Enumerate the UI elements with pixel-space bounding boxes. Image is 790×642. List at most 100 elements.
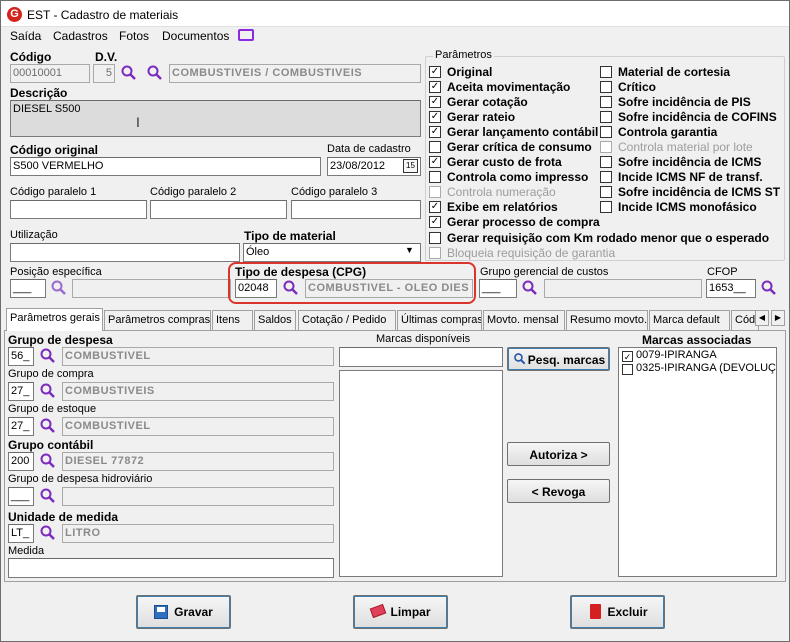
codigo-label: Código (10, 50, 52, 64)
autoriza-button[interactable]: Autoriza > (507, 442, 610, 466)
excluir-button[interactable]: Excluir (570, 595, 665, 629)
param-left-checkbox[interactable] (429, 171, 441, 183)
revoga-button[interactable]: < Revoga (507, 479, 610, 503)
codigo-field[interactable]: 00010001 (10, 64, 90, 83)
search-grupo-hidroviario-icon[interactable] (39, 487, 57, 505)
search-codigo-icon[interactable] (120, 64, 138, 82)
param-right-checkbox[interactable] (600, 156, 612, 168)
grupo-compra-code-field[interactable]: 27_ (8, 382, 34, 401)
param-right-label: Controla garantia (618, 125, 718, 139)
grupo-contabil-code-field[interactable]: 200 (8, 452, 34, 471)
tab-scroll-right-icon[interactable]: ▶ (771, 310, 785, 326)
param-right-checkbox[interactable] (600, 171, 612, 183)
cfop-field[interactable]: 1653__ (706, 279, 756, 298)
param-right-checkbox[interactable] (600, 201, 612, 213)
codigo-original-field[interactable]: S500 VERMELHO (10, 157, 321, 176)
tab-4[interactable]: Cotação / Pedido (298, 310, 396, 330)
search-grupo-compra-icon[interactable] (39, 382, 57, 400)
param-right-checkbox[interactable] (600, 66, 612, 78)
marca-associada-checkbox[interactable] (622, 364, 633, 375)
calendar-icon[interactable]: 15 (403, 159, 418, 173)
gravar-button[interactable]: Gravar (136, 595, 231, 629)
param-left-checkbox[interactable] (429, 186, 441, 198)
param-left-checkbox[interactable]: ✓ (429, 96, 441, 108)
codigo-paralelo-2-field[interactable] (150, 200, 287, 219)
grupo-despesa-code-field[interactable]: 56_ (8, 347, 34, 366)
param-left-checkbox[interactable]: ✓ (429, 81, 441, 93)
trash-icon (590, 604, 601, 619)
tab-6[interactable]: Movto. mensal (483, 310, 565, 330)
utilizacao-field[interactable] (10, 243, 240, 262)
limpar-button[interactable]: Limpar (353, 595, 448, 629)
param-right-checkbox[interactable] (600, 186, 612, 198)
save-icon (154, 605, 168, 619)
search-grupo-gerencial-icon[interactable] (521, 279, 539, 297)
param-right-checkbox[interactable] (600, 126, 612, 138)
grupo-estoque-desc-field: COMBUSTIVEL (62, 417, 334, 436)
tab-0[interactable]: Parâmetros gerais (6, 308, 103, 331)
categoria-field[interactable]: COMBUSTIVEIS / COMBUSTIVEIS (169, 64, 421, 83)
param-left-checkbox[interactable]: ✓ (429, 156, 441, 168)
param-left-checkbox[interactable]: ✓ (429, 111, 441, 123)
pesq-marcas-button[interactable]: Pesq. marcas (507, 347, 610, 371)
grupo-estoque-code-field[interactable]: 27_ (8, 417, 34, 436)
param-left-checkbox[interactable] (429, 247, 441, 259)
param-right-checkbox[interactable] (600, 141, 612, 153)
tab-3[interactable]: Saldos (254, 310, 296, 330)
medida-field[interactable] (8, 558, 334, 578)
tab-8[interactable]: Marca default (649, 310, 730, 330)
param-right-label: Sofre incidência de PIS (618, 95, 751, 109)
marcas-associadas-list[interactable]: ✓ 0079-IPIRANGA 0325-IPIRANGA (DEVOLUÇ (618, 347, 777, 577)
search-posicao-icon[interactable] (50, 279, 68, 297)
grupo-despesa-label: Grupo de despesa (8, 333, 113, 347)
tab-7[interactable]: Resumo movto. (566, 310, 648, 330)
dv-field[interactable]: 5 (93, 64, 115, 83)
param-left-checkbox[interactable]: ✓ (429, 216, 441, 228)
chevron-down-icon[interactable]: ▼ (405, 245, 414, 255)
search-grupo-estoque-icon[interactable] (39, 417, 57, 435)
unidade-medida-desc-field: LITRO (62, 524, 334, 543)
grupo-estoque-label: Grupo de estoque (8, 403, 97, 415)
marcas-search-field[interactable] (339, 347, 503, 367)
menu-fotos[interactable]: Fotos (119, 29, 149, 43)
search-grupo-despesa-icon[interactable] (39, 347, 57, 365)
search-grupo-contabil-icon[interactable] (39, 452, 57, 470)
param-left-label: Controla como impresso (447, 170, 589, 184)
search-cfop-icon[interactable] (760, 279, 778, 297)
param-left-checkbox[interactable]: ✓ (429, 126, 441, 138)
param-right-checkbox[interactable] (600, 96, 612, 108)
param-left-checkbox[interactable]: ✓ (429, 201, 441, 213)
codigo-paralelo-1-field[interactable] (10, 200, 147, 219)
tab-5[interactable]: Últimas compras (397, 310, 482, 330)
param-right-checkbox[interactable] (600, 111, 612, 123)
param-right-checkbox[interactable] (600, 81, 612, 93)
tab-1[interactable]: Parâmetros compras (104, 310, 211, 330)
grupo-hidroviario-code-field[interactable]: ___ (8, 487, 34, 506)
descricao-field[interactable]: DIESEL S500 (10, 100, 421, 137)
param-left-checkbox[interactable] (429, 141, 441, 153)
search-tipo-despesa-icon[interactable] (282, 279, 300, 297)
param-left-label: Gerar requisição com Km rodado menor que… (447, 231, 770, 245)
param-left-checkbox[interactable] (429, 232, 441, 244)
menu-saida[interactable]: Saída (10, 29, 41, 43)
tab-scroll-left-icon[interactable]: ◀ (755, 310, 769, 326)
menu-documentos[interactable]: Documentos (162, 29, 229, 43)
text-cursor-icon: I (136, 114, 140, 130)
search-unidade-medida-icon[interactable] (39, 524, 57, 542)
param-left-checkbox[interactable]: ✓ (429, 66, 441, 78)
grupo-gerencial-field[interactable]: ___ (479, 279, 517, 298)
param-left-label: Gerar cotação (447, 95, 528, 109)
tab-2[interactable]: Itens (212, 310, 253, 330)
posicao-desc-field (72, 279, 231, 298)
marcas-disponiveis-list[interactable] (339, 370, 503, 577)
codigo-paralelo-3-field[interactable] (291, 200, 421, 219)
window: G EST - Cadastro de materiais Saída Cada… (0, 0, 790, 642)
menu-cadastros[interactable]: Cadastros (53, 29, 108, 43)
posicao-especifica-field[interactable]: ___ (10, 279, 46, 298)
tipo-material-select[interactable]: Óleo (243, 243, 421, 262)
monitor-icon[interactable] (238, 29, 254, 41)
unidade-medida-code-field[interactable]: LT_ (8, 524, 34, 543)
marca-associada-checkbox[interactable]: ✓ (622, 351, 633, 362)
tipo-despesa-code-field[interactable]: 02048 (235, 279, 277, 298)
search-categoria-icon[interactable] (146, 64, 164, 82)
